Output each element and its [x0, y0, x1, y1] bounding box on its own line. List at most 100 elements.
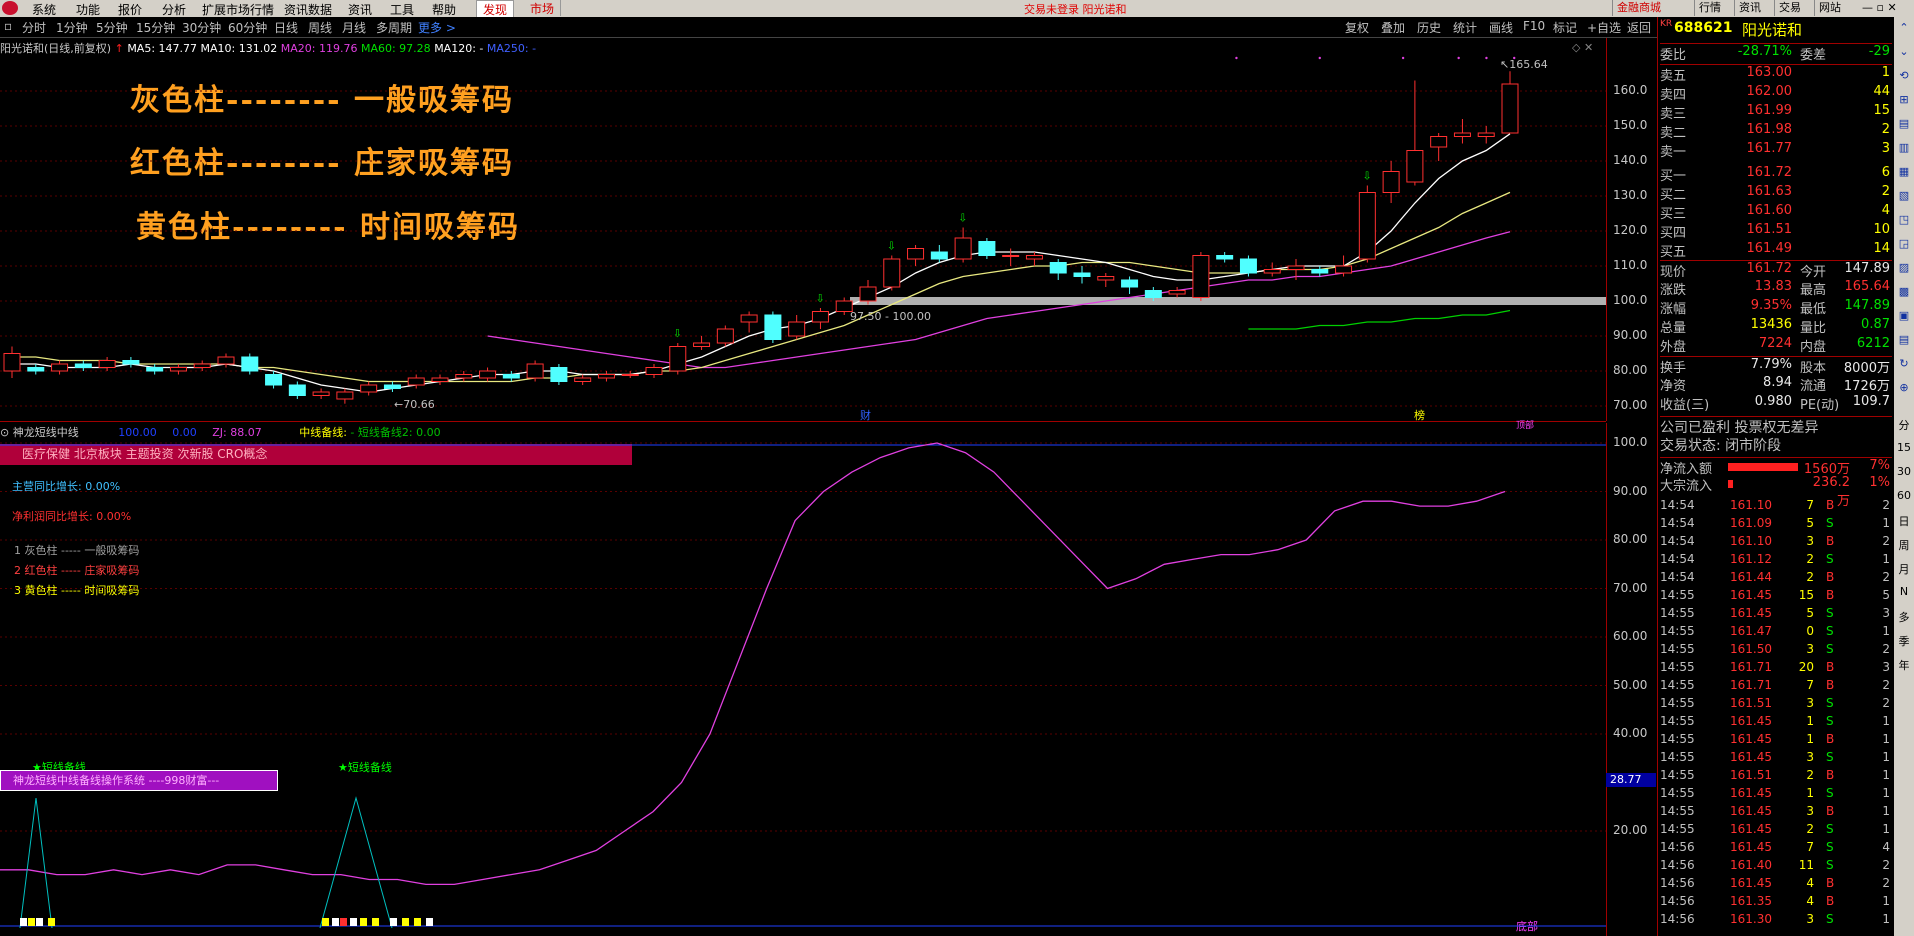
window-controls[interactable]: — ▫ ✕	[1858, 0, 1901, 16]
menu-item-function[interactable]: 功能	[76, 1, 100, 18]
menu-item-info-data[interactable]: 资讯数据	[284, 1, 332, 18]
sidebar-period-1[interactable]: 15	[1896, 441, 1912, 457]
candle	[526, 363, 544, 379]
sidebar-tool-icon[interactable]: ⌄	[1896, 45, 1912, 61]
sidebar-tool-icon[interactable]: ▣	[1896, 309, 1912, 325]
volume-bar	[414, 918, 421, 926]
tick-time: 14:56	[1660, 840, 1695, 854]
menu-item-system[interactable]: 系统	[32, 1, 56, 18]
bid-price: 161.63	[1746, 184, 1793, 199]
tab-discover[interactable]: 发现	[476, 0, 515, 18]
period-60min[interactable]: 60分钟	[228, 19, 267, 36]
period-30min[interactable]: 30分钟	[182, 19, 221, 36]
quote-button[interactable]: 行情	[1694, 0, 1725, 16]
trade-button[interactable]: 交易	[1774, 0, 1805, 16]
sidebar-period-6[interactable]: 月	[1896, 561, 1912, 577]
sidebar-tool-icon[interactable]: ⊞	[1896, 93, 1912, 109]
bid-row: 买二 161.63 2	[1660, 184, 1892, 203]
draw-button[interactable]: 画线	[1489, 19, 1513, 36]
sidebar-tool-icon[interactable]: ◳	[1896, 213, 1912, 229]
info-button[interactable]: 资讯	[1734, 0, 1765, 16]
sidebar-tool-icon[interactable]: ⌃	[1896, 21, 1912, 37]
indicator-pane[interactable]: ⊙ 神龙短线中线 100.00 0.00 ZJ: 88.07 中线备线: - 短…	[0, 421, 1606, 936]
sidebar-tool-icon[interactable]: ▤	[1896, 333, 1912, 349]
fq-button[interactable]: 复权	[1345, 19, 1369, 36]
weibi-value: -28.71%	[1737, 44, 1792, 59]
tab-market[interactable]: 市场	[524, 0, 562, 16]
period-15min[interactable]: 15分钟	[136, 19, 175, 36]
bid-label: 买三	[1660, 207, 1687, 222]
pane-divider[interactable]	[0, 421, 1606, 422]
sidebar-period-9[interactable]: 季	[1896, 633, 1912, 649]
ask-price: 161.98	[1746, 122, 1793, 137]
sidebar-tool-icon[interactable]: ▨	[1896, 261, 1912, 277]
stat-value: 7.79%	[1750, 357, 1792, 372]
back-button[interactable]: 返回	[1627, 19, 1651, 36]
tick-row: 14:56 161.35 4 B 1	[1660, 894, 1894, 909]
ask-row: 卖三 161.99 15	[1660, 103, 1892, 122]
tick-side: S	[1826, 786, 1834, 800]
tick-row: 14:56 161.30 3 S 1	[1660, 912, 1894, 927]
sidebar-period-0[interactable]: 分	[1896, 417, 1912, 433]
mall-button[interactable]: 金融商城	[1612, 0, 1665, 16]
more-button[interactable]: 更多 >	[418, 19, 456, 36]
flow-label: 大宗流入	[1660, 479, 1713, 494]
menu-item-info[interactable]: 资讯	[348, 1, 372, 18]
sidebar-tool-icon[interactable]: ▥	[1896, 141, 1912, 157]
sidebar-period-7[interactable]: N	[1896, 585, 1912, 601]
y-tick-label: 80.00	[1613, 363, 1648, 377]
period-multi[interactable]: 多周期	[376, 19, 412, 36]
period-fenshi[interactable]: 分时	[22, 19, 46, 36]
sidebar-period-8[interactable]: 多	[1896, 609, 1912, 625]
sidebar-period-10[interactable]: 年	[1896, 657, 1912, 673]
sidebar-period-5[interactable]: 周	[1896, 537, 1912, 553]
chart-settings-icon[interactable]: ◇ ✕	[1572, 41, 1593, 54]
sidebar-tool-icon[interactable]: ▦	[1896, 165, 1912, 181]
sidebar-period-2[interactable]: 30	[1896, 465, 1912, 481]
tick-price: 161.51	[1730, 768, 1772, 782]
sidebar-tool-icon[interactable]: ▤	[1896, 117, 1912, 133]
period-1min[interactable]: 1分钟	[56, 19, 88, 36]
tick-count: 1	[1882, 786, 1890, 800]
menu-item-quote[interactable]: 报价	[118, 1, 142, 18]
bid-row: 买四 161.51 10	[1660, 222, 1892, 241]
menu-item-ext-market[interactable]: 扩展市场行情	[202, 1, 274, 18]
period-week[interactable]: 周线	[308, 19, 332, 36]
stats-button[interactable]: 统计	[1453, 19, 1477, 36]
sidebar-tool-icon[interactable]: ▧	[1896, 189, 1912, 205]
history-button[interactable]: 历史	[1417, 19, 1441, 36]
sidebar-tool-icon[interactable]: ↻	[1896, 357, 1912, 373]
sidebar-period-3[interactable]: 60	[1896, 489, 1912, 505]
menu-item-tools[interactable]: 工具	[390, 1, 414, 18]
candle	[241, 356, 259, 372]
sidebar-tool-icon[interactable]: ◲	[1896, 237, 1912, 253]
tick-count: 1	[1882, 750, 1890, 764]
ma10-line	[12, 191, 1511, 383]
overlay-button[interactable]: 叠加	[1381, 19, 1405, 36]
menu-item-analysis[interactable]: 分析	[162, 1, 186, 18]
mark-button[interactable]: 标记	[1553, 19, 1577, 36]
ask-row: 卖五 163.00 1	[1660, 65, 1892, 84]
cursor-value-tag: 28.77	[1606, 773, 1656, 787]
y-tick-label: 50.00	[1613, 677, 1648, 692]
candle	[907, 248, 925, 260]
candle	[1263, 269, 1281, 274]
sidebar-tool-icon[interactable]: ⟲	[1896, 69, 1912, 85]
menu-item-help[interactable]: 帮助	[432, 1, 456, 18]
tick-row: 14:54 161.12 2 S 1	[1660, 552, 1894, 567]
sidebar-period-4[interactable]: 日	[1896, 513, 1912, 529]
tick-price: 161.45	[1730, 750, 1772, 764]
kline-chart[interactable]: 阳光诺和(日线,前复权) ↑ MA5: 147.77 MA10: 131.02 …	[0, 38, 1606, 422]
period-month[interactable]: 月线	[342, 19, 366, 36]
candle	[27, 367, 45, 372]
period-5min[interactable]: 5分钟	[96, 19, 128, 36]
sidebar-tool-icon[interactable]: ▩	[1896, 285, 1912, 301]
period-day[interactable]: 日线	[274, 19, 298, 36]
sidebar-tool-icon[interactable]: ⊕	[1896, 381, 1912, 397]
tick-count: 2	[1882, 876, 1890, 890]
add-favorite-button[interactable]: +自选	[1587, 19, 1621, 36]
bid-row: 买五 161.49 14	[1660, 241, 1892, 260]
website-button[interactable]: 网站	[1814, 0, 1845, 16]
f10-button[interactable]: F10	[1523, 19, 1545, 33]
toolbar-square-icon[interactable]: ▫	[4, 19, 12, 33]
